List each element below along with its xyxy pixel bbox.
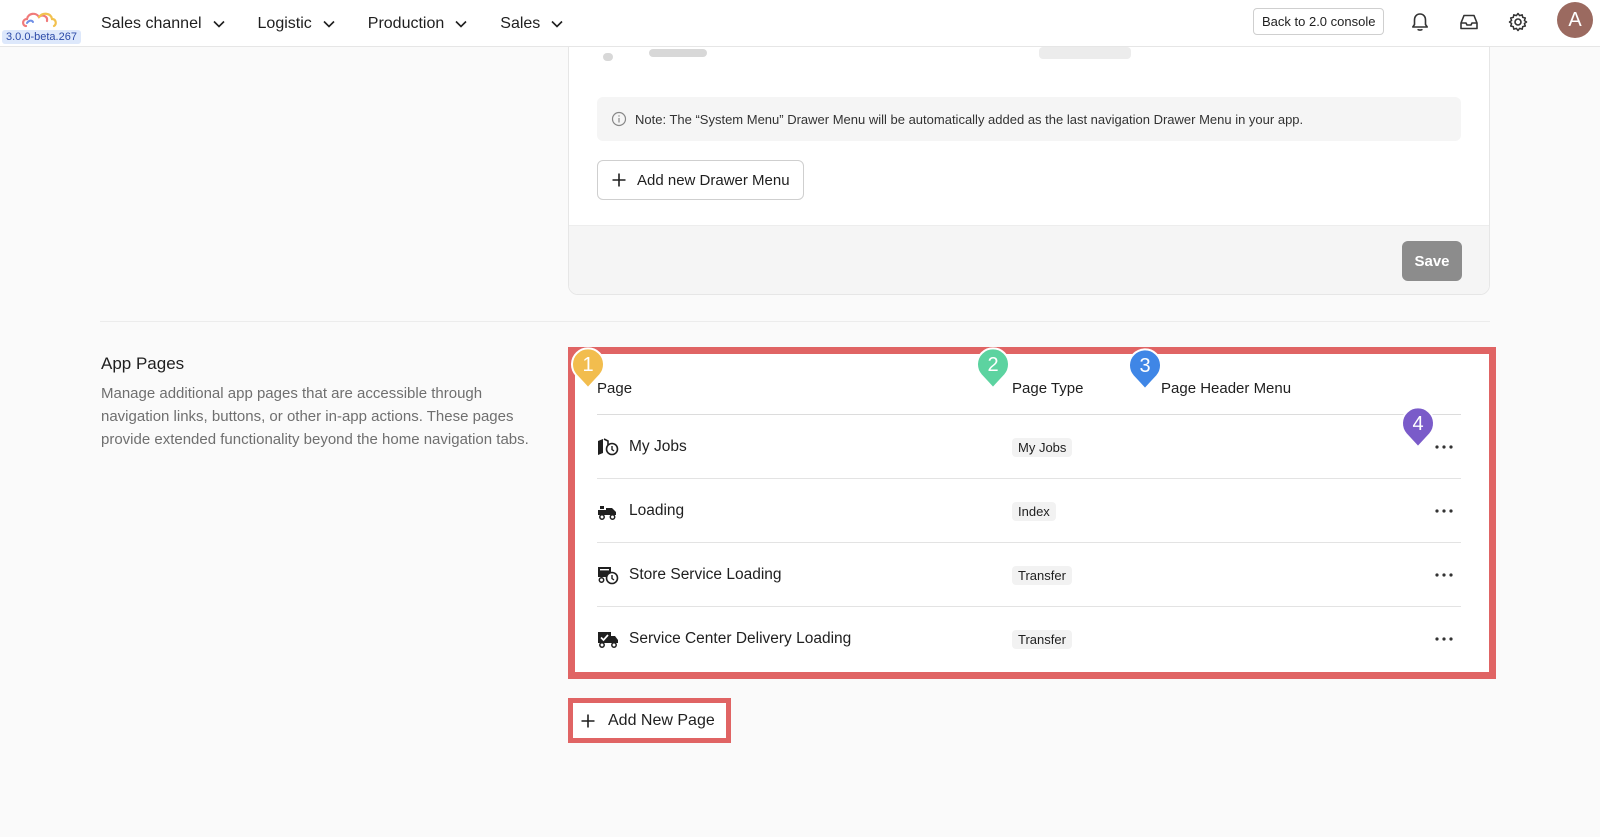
system-menu-note: Note: The “System Menu” Drawer Menu will… <box>597 97 1461 141</box>
marker-number: 2 <box>987 353 999 376</box>
page-name: Service Center Delivery Loading <box>629 630 852 647</box>
avatar-initial: A <box>1568 8 1582 31</box>
plus-icon <box>612 173 626 187</box>
marker-number: 1 <box>582 353 594 376</box>
bell-icon[interactable] <box>1409 11 1431 33</box>
page-type-badge: Transfer <box>1012 566 1072 585</box>
truck-loading-icon <box>598 506 616 520</box>
add-new-page-button[interactable]: Add New Page <box>580 708 715 734</box>
truck-clock-icon <box>598 567 619 585</box>
add-new-page-label: Add New Page <box>608 712 715 729</box>
table-row[interactable]: Store Service Loading Transfer <box>597 543 1461 607</box>
callout-marker-1: 1 <box>569 346 607 390</box>
add-drawer-menu-button[interactable]: Add new Drawer Menu <box>597 160 804 200</box>
page-type-badge: Index <box>1012 502 1056 521</box>
table-row[interactable]: My Jobs My Jobs <box>597 415 1461 479</box>
top-navigation-bar: 3.0.0-beta.267 Sales channel Logistic Pr… <box>0 0 1600 47</box>
app-pages-title: App Pages <box>101 354 185 373</box>
table-header: Page Page Type Page Header Menu <box>597 363 1461 415</box>
nav-item-label: Production <box>367 14 445 32</box>
note-text: Note: The “System Menu” Drawer Menu will… <box>635 111 1304 127</box>
main-nav-menu: Sales channel Logistic Production Sales <box>101 0 596 47</box>
info-icon <box>611 111 627 127</box>
page-type-badge: My Jobs <box>1012 438 1073 457</box>
table-row[interactable]: Service Center Delivery Loading Transfer <box>597 607 1461 671</box>
drawer-row-type-placeholder <box>1039 47 1131 59</box>
callout-marker-2: 2 <box>974 346 1012 390</box>
page-name: Loading <box>629 502 685 519</box>
chevron-down-icon <box>551 20 563 28</box>
plus-icon <box>581 714 595 728</box>
truck-check-icon <box>598 632 618 648</box>
chevron-down-icon <box>455 20 467 28</box>
drag-handle-icon <box>603 53 613 61</box>
nav-item-production[interactable]: Production <box>368 15 469 33</box>
nav-item-label: Sales channel <box>101 14 202 32</box>
page-type-badge: Transfer <box>1012 630 1072 649</box>
user-avatar[interactable]: A <box>1557 2 1593 38</box>
more-options-icon[interactable] <box>1433 565 1455 585</box>
version-badge: 3.0.0-beta.267 <box>2 30 81 44</box>
table-row[interactable]: Loading Index <box>597 479 1461 543</box>
marker-number: 3 <box>1139 354 1151 377</box>
section-divider <box>100 321 1490 322</box>
drawer-row-label-placeholder <box>649 49 707 57</box>
app-pages-table: Page Page Type Page Header Menu My Jobs … <box>597 363 1461 671</box>
column-header-page-header-menu: Page Header Menu <box>1161 380 1292 397</box>
nav-item-sales[interactable]: Sales <box>500 15 564 33</box>
map-marker-icon <box>598 438 619 456</box>
chevron-down-icon <box>212 20 225 28</box>
page-name: My Jobs <box>629 438 687 455</box>
nav-item-label: Sales <box>500 14 541 32</box>
back-to-console-button[interactable]: Back to 2.0 console <box>1253 8 1385 35</box>
save-button[interactable]: Save <box>1402 241 1462 281</box>
drawer-card-footer: Save <box>569 225 1489 294</box>
nav-item-label: Logistic <box>257 14 312 32</box>
callout-marker-3: 3 <box>1126 347 1164 391</box>
app-logo[interactable] <box>18 6 62 32</box>
more-options-icon[interactable] <box>1433 629 1455 649</box>
column-header-page-type: Page Type <box>1012 380 1084 397</box>
drawer-menu-card: Note: The “System Menu” Drawer Menu will… <box>568 20 1490 295</box>
nav-item-sales-channel[interactable]: Sales channel <box>101 15 226 33</box>
nav-item-logistic[interactable]: Logistic <box>258 15 336 33</box>
more-options-icon[interactable] <box>1433 501 1455 521</box>
page-name: Store Service Loading <box>629 566 782 583</box>
gear-icon[interactable] <box>1507 11 1529 33</box>
marker-number: 4 <box>1412 412 1424 435</box>
inbox-icon[interactable] <box>1458 11 1480 33</box>
callout-marker-4: 4 <box>1399 405 1437 449</box>
add-drawer-menu-label: Add new Drawer Menu <box>637 171 790 189</box>
chevron-down-icon <box>323 20 335 28</box>
app-pages-description: Manage additional app pages that are acc… <box>101 385 529 448</box>
